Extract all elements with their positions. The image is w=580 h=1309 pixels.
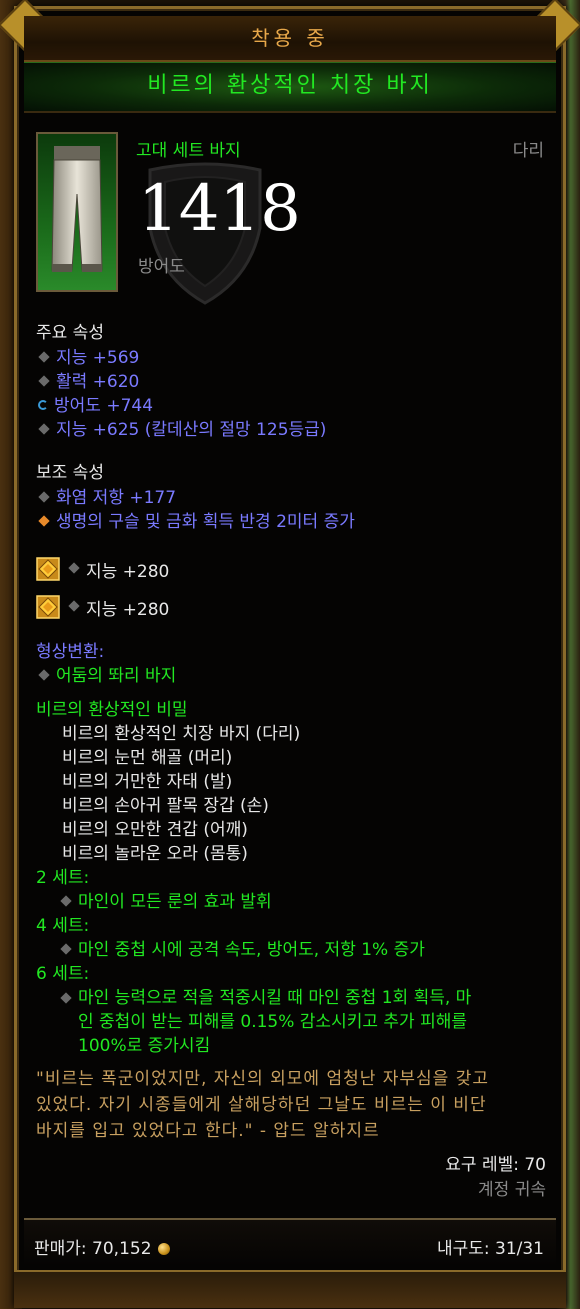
account-bound: 계정 귀속 [478, 1180, 546, 1200]
secondary-stat: 생명의 구슬 및 금화 획득 반경 2미터 증가 [36, 510, 546, 534]
transmog-value: 어둠의 똬리 바지 [36, 664, 546, 688]
diamond-bullet-icon [68, 562, 80, 574]
set-item: 비르의 놀라운 오라 (몸통) [62, 844, 248, 864]
set-bonus-label: 6 세트: [36, 964, 90, 984]
set-bonus: 마인이 모든 룬의 효과 발휘 [36, 890, 546, 914]
diamond-bullet-icon [38, 375, 50, 387]
set-item: 비르의 거만한 자태 (발) [62, 772, 233, 792]
armor-label: 방어도 [138, 257, 185, 277]
armor-value: 1418 [138, 172, 301, 246]
legendary-gem-icon [36, 557, 60, 581]
set-name: 비르의 환상적인 비밀 [36, 700, 188, 720]
item-name: 비르의 환상적인 치장 바지 [24, 62, 556, 113]
diamond-bullet-icon [38, 351, 50, 363]
item-slot: 다리 [512, 141, 544, 161]
primary-title: 주요 속성 [36, 323, 104, 343]
reroll-icon [38, 400, 48, 410]
primary-stat: 활력 +620 [36, 370, 546, 394]
primary-stat: 방어도 +744 [36, 394, 546, 418]
diamond-bullet-icon [38, 423, 50, 435]
legendary-gem-icon [36, 595, 60, 619]
diamond-bullet-icon [60, 895, 72, 907]
socket-row: 지능 +280 [36, 588, 546, 626]
primary-stat: 지능 +569 [36, 346, 546, 370]
durability: 내구도: 31/31 [436, 1239, 544, 1259]
diamond-bullet-icon [38, 491, 50, 503]
orange-diamond-icon [38, 515, 50, 527]
primary-stat: 지능 +625 (칼데산의 절망 125등급) [36, 418, 546, 442]
diamond-bullet-icon [60, 992, 72, 1004]
gold-coin-icon [157, 1243, 170, 1255]
sell-price: 판매가: 70,152 [34, 1234, 170, 1259]
set-bonus-label: 4 세트: [36, 916, 90, 936]
set-bonus: 마인 중첩 시에 공격 속도, 방어도, 저항 1% 증가 [36, 938, 546, 962]
item-type: 고대 세트 바지 [136, 141, 241, 161]
diamond-bullet-icon [60, 943, 72, 955]
socket-row: 지능 +280 [36, 550, 546, 588]
set-item: 비르의 눈먼 해골 (머리) [62, 748, 233, 768]
set-item: 비르의 오만한 견갑 (어깨) [62, 820, 248, 840]
flavor-text: "비르는 폭군이었지만, 자신의 외모에 엄청난 자부심을 갖고 있었다. 자기… [36, 1069, 490, 1141]
tooltip-body: 주요 속성 지능 +569 활력 +620 방어도 +744 지능 +625 (… [36, 320, 546, 1200]
frame-bottom [14, 1270, 566, 1308]
level-requirement: 요구 레벨: 70 [445, 1155, 546, 1175]
diamond-bullet-icon [38, 669, 50, 681]
equipped-header: 착용 중 [24, 16, 556, 62]
set-bonus: 마인 능력으로 적을 적중시킬 때 마인 중첩 1회 획득, 마 인 중첩이 받… [36, 986, 546, 1058]
item-icon-box [36, 132, 118, 292]
tooltip-footer: 판매가: 70,152 내구도: 31/31 [24, 1218, 556, 1266]
transmog-title: 형상변환: [36, 642, 105, 662]
diamond-bullet-icon [68, 600, 80, 612]
set-bonus-label: 2 세트: [36, 868, 90, 888]
secondary-stat: 화염 저항 +177 [36, 486, 546, 510]
secondary-title: 보조 속성 [36, 463, 104, 483]
set-item: 비르의 환상적인 치장 바지 (다리) [62, 724, 301, 744]
pants-icon [51, 146, 103, 272]
set-item: 비르의 손아귀 팔목 장갑 (손) [62, 796, 269, 816]
